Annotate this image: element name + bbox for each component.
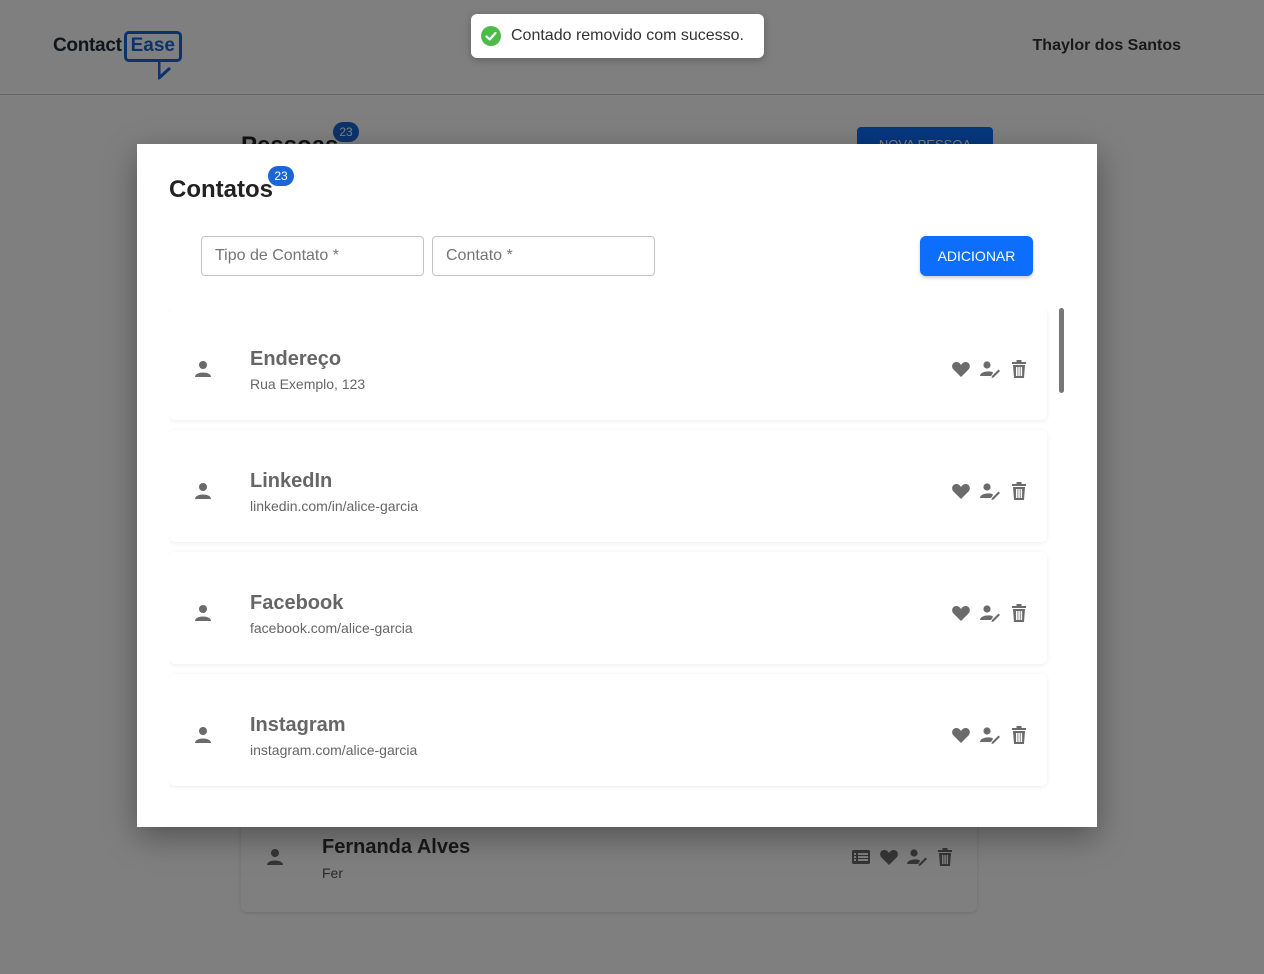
person-icon xyxy=(193,725,213,745)
user-edit-icon[interactable] xyxy=(980,603,1000,623)
person-icon xyxy=(193,481,213,501)
contact-list: Endereço Rua Exemplo, 123 LinkedIn linke… xyxy=(169,308,1065,794)
contact-card[interactable]: Endereço Rua Exemplo, 123 xyxy=(169,308,1047,420)
scrollbar-thumb[interactable] xyxy=(1059,308,1064,393)
contacts-modal: Contatos 23 ADICIONAR Endereço Rua Exemp… xyxy=(137,144,1097,827)
add-contact-button[interactable]: ADICIONAR xyxy=(920,236,1033,276)
contact-actions xyxy=(951,603,1029,623)
person-icon xyxy=(193,359,213,379)
trash-icon[interactable] xyxy=(1009,725,1029,745)
trash-icon[interactable] xyxy=(1009,359,1029,379)
heart-icon[interactable] xyxy=(951,359,971,379)
contact-actions xyxy=(951,481,1029,501)
contacts-count-badge: 23 xyxy=(268,166,294,186)
contact-card[interactable]: Instagram instagram.com/alice-garcia xyxy=(169,674,1047,786)
person-icon xyxy=(193,603,213,623)
user-edit-icon[interactable] xyxy=(980,481,1000,501)
contact-type: Endereço xyxy=(250,348,342,370)
trash-icon[interactable] xyxy=(1009,603,1029,623)
heart-icon[interactable] xyxy=(951,725,971,745)
heart-icon[interactable] xyxy=(951,603,971,623)
success-toast[interactable]: Contado removido com sucesso. xyxy=(471,14,764,58)
contact-value: linkedin.com/in/alice-garcia xyxy=(250,498,419,514)
contact-actions xyxy=(951,725,1029,745)
heart-icon[interactable] xyxy=(951,481,971,501)
contact-card[interactable]: Facebook facebook.com/alice-garcia xyxy=(169,552,1047,664)
toast-message: Contado removido com sucesso. xyxy=(511,27,744,44)
contact-input[interactable] xyxy=(433,237,654,275)
user-edit-icon[interactable] xyxy=(980,359,1000,379)
contact-type: Instagram xyxy=(250,714,346,736)
check-circle-icon xyxy=(481,26,501,46)
contact-field xyxy=(432,236,655,276)
contact-card[interactable]: LinkedIn linkedin.com/in/alice-garcia xyxy=(169,430,1047,542)
contact-type-input[interactable] xyxy=(202,237,423,275)
contact-type: LinkedIn xyxy=(250,470,333,492)
contact-value: instagram.com/alice-garcia xyxy=(250,742,418,758)
trash-icon[interactable] xyxy=(1009,481,1029,501)
contact-type-field xyxy=(201,236,424,276)
user-edit-icon[interactable] xyxy=(980,725,1000,745)
contact-value: Rua Exemplo, 123 xyxy=(250,376,366,392)
contact-type: Facebook xyxy=(250,592,344,614)
contact-actions xyxy=(951,359,1029,379)
contact-value: facebook.com/alice-garcia xyxy=(250,620,413,636)
modal-title: Contatos xyxy=(169,176,273,203)
